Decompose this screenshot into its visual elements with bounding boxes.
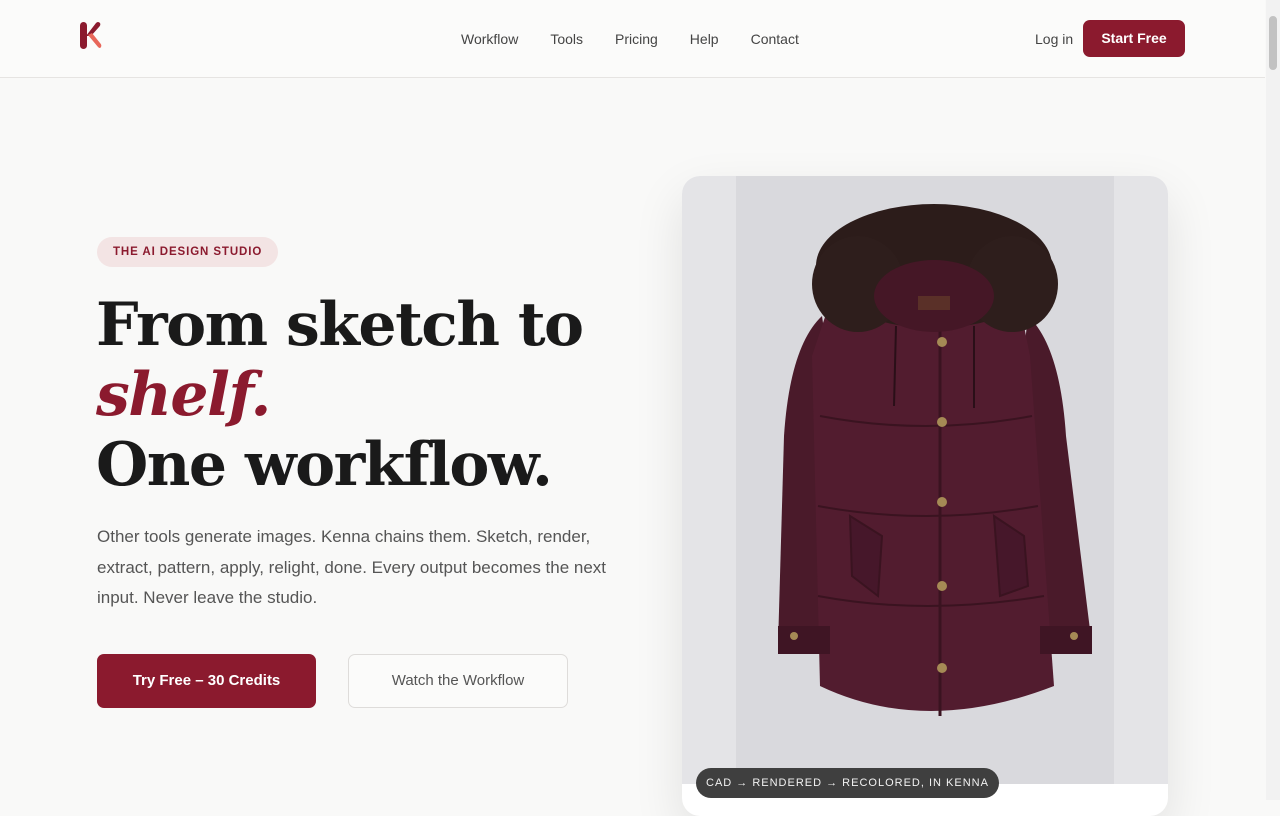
- parka-illustration: [778, 204, 1092, 716]
- k-logo-icon[interactable]: [80, 20, 102, 49]
- showcase-caption: CAD → RENDERED → RECOLORED, IN KENNA: [696, 768, 999, 798]
- main-nav: Workflow Tools Pricing Help Contact: [461, 30, 831, 48]
- site-header: Workflow Tools Pricing Help Contact Log …: [0, 0, 1265, 78]
- hero-description: Other tools generate images. Kenna chain…: [97, 527, 607, 607]
- scrollbar-track[interactable]: [1266, 0, 1280, 800]
- nav-pricing[interactable]: Pricing: [615, 30, 658, 48]
- watch-workflow-button[interactable]: Watch the Workflow: [348, 654, 568, 708]
- hero-badge: THE AI DESIGN STUDIO: [97, 237, 279, 267]
- headline-accent: shelf.: [96, 360, 271, 430]
- nav-workflow[interactable]: Workflow: [461, 30, 518, 48]
- nav-tools[interactable]: Tools: [550, 30, 583, 48]
- login-link[interactable]: Log in: [1035, 30, 1073, 48]
- scrollbar-thumb[interactable]: [1269, 16, 1277, 70]
- nav-help[interactable]: Help: [690, 30, 719, 48]
- nav-contact[interactable]: Contact: [751, 30, 799, 48]
- try-free-button[interactable]: Try Free – 30 Credits: [97, 654, 316, 708]
- showcase-card: [682, 176, 1168, 816]
- headline-line-1: From sketch to: [96, 290, 584, 360]
- start-free-button[interactable]: Start Free: [1083, 20, 1185, 57]
- headline-line-3: One workflow.: [96, 430, 553, 500]
- product-photo: [682, 176, 1168, 784]
- hero-headline: From sketch to shelf. One workflow.: [96, 290, 584, 500]
